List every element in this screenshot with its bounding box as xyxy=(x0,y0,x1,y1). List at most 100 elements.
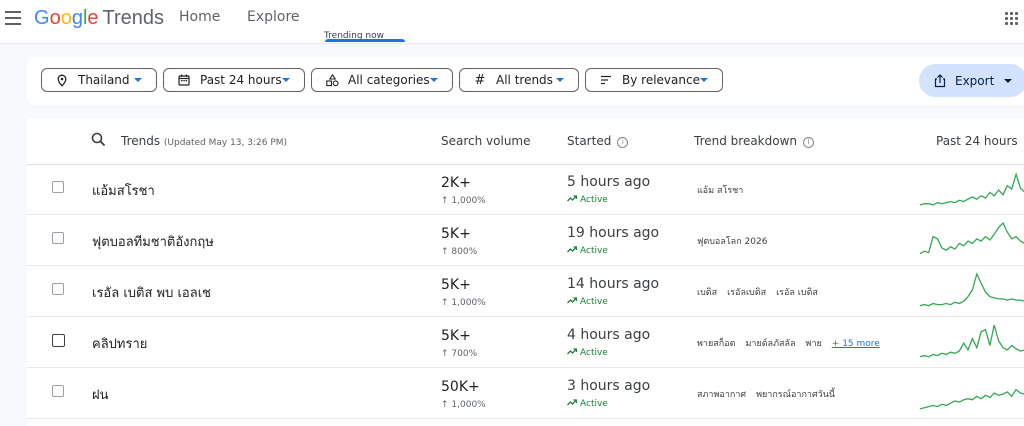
breakdown-query-chip[interactable]: สภาพอากาศ xyxy=(697,390,746,400)
sparkline-line xyxy=(920,388,1024,410)
nav-home[interactable]: Home xyxy=(179,9,220,25)
sparkline-line xyxy=(920,324,1024,358)
column-trends: Trends (Updated May 13, 3:26 PM) xyxy=(121,134,288,148)
status-badge: Active xyxy=(567,195,608,205)
volume-change: ↑ 700% xyxy=(441,349,478,359)
sort-filter[interactable]: By relevance xyxy=(585,68,723,92)
trending-up-icon xyxy=(567,246,578,256)
status-badge: Active xyxy=(567,246,608,256)
main-menu-icon[interactable] xyxy=(5,11,21,25)
trend-status-filter[interactable]: # All trends xyxy=(459,68,579,92)
started-time: 14 hours ago xyxy=(567,276,660,292)
time-range-filter[interactable]: Past 24 hours xyxy=(163,68,305,92)
active-tab-indicator xyxy=(325,39,405,42)
trending-up-icon xyxy=(567,195,578,205)
breakdown-query-chip[interactable]: ฟุตบอลโลก 2026 xyxy=(697,237,767,247)
trending-up-icon xyxy=(567,348,578,358)
column-trend-breakdown: Trend breakdown i xyxy=(694,134,815,148)
search-volume-value: 5K+ xyxy=(441,277,471,293)
volume-change: ↑ 1,000% xyxy=(441,400,486,410)
export-button[interactable]: Export xyxy=(919,64,1024,97)
trend-term[interactable]: คลิปทราย xyxy=(92,333,147,354)
search-volume-value: 5K+ xyxy=(441,226,471,242)
volume-change: ↑ 800% xyxy=(441,247,478,257)
started-time: 5 hours ago xyxy=(567,174,651,190)
table-row[interactable]: เรอัล เบติส พบ เอลเช 5K+ ↑ 1,000% 14 hours … xyxy=(27,266,1024,317)
started-time: 3 hours ago xyxy=(567,378,651,394)
trend-term[interactable]: ฝน xyxy=(92,384,109,405)
nav-explore[interactable]: Explore xyxy=(247,9,300,25)
table-row[interactable]: ฝน 50K+ ↑ 1,000% 3 hours ago Active สภาพอากาศ… xyxy=(27,368,1024,419)
sort-lines-icon xyxy=(598,72,614,88)
trend-term[interactable]: เรอัล เบติส พบ เอลเช xyxy=(92,282,211,303)
table-row[interactable]: แอ้มสโรชา 2K+ ↑ 1,000% 5 hours ago Active แอ้… xyxy=(27,164,1024,215)
trending-up-icon xyxy=(567,399,578,409)
google-trends-logo[interactable]: Google Trends xyxy=(34,7,164,29)
column-started[interactable]: Started i xyxy=(567,134,629,148)
search-icon[interactable] xyxy=(91,132,106,150)
table-row[interactable]: คลิปทราย 5K+ ↑ 700% 4 hours ago Active พายสก็… xyxy=(27,317,1024,368)
google-apps-icon[interactable] xyxy=(1004,11,1020,27)
trending-up-icon xyxy=(567,297,578,307)
info-icon[interactable]: i xyxy=(803,137,815,148)
started-time: 19 hours ago xyxy=(567,225,660,241)
sparkline-chart[interactable] xyxy=(920,321,1024,361)
category-shapes-icon xyxy=(324,72,340,88)
location-pin-icon xyxy=(54,72,70,88)
more-queries-link[interactable]: + 15 more xyxy=(832,339,880,349)
row-checkbox[interactable] xyxy=(52,334,65,347)
breakdown-query-chip[interactable]: แอ้ม สโรชา xyxy=(697,186,743,196)
row-checkbox[interactable] xyxy=(52,283,64,295)
sparkline-line xyxy=(920,221,1024,255)
info-icon[interactable]: i xyxy=(617,137,629,148)
breakdown-query-chip[interactable]: เรอัลเบติส xyxy=(727,288,766,298)
breakdown-query-chip[interactable]: พายสก็อต xyxy=(697,339,735,349)
sparkline-chart[interactable] xyxy=(920,270,1024,310)
status-badge: Active xyxy=(567,348,608,358)
trends-table: Trends (Updated May 13, 3:26 PM) Search … xyxy=(27,118,1024,426)
row-checkbox[interactable] xyxy=(52,181,64,193)
sparkline-line xyxy=(920,172,1024,206)
breakdown-query-chip[interactable]: เบติส xyxy=(697,288,717,298)
sparkline-line xyxy=(920,272,1024,307)
trend-term[interactable]: ฟุตบอลทีมชาติอังกฤษ xyxy=(92,231,214,252)
hashtag-icon: # xyxy=(474,72,486,88)
updated-timestamp: (Updated May 13, 3:26 PM) xyxy=(163,138,288,148)
location-filter[interactable]: Thailand xyxy=(41,68,157,92)
table-row[interactable]: ฟุตบอลทีมชาติอังกฤษ 5K+ ↑ 800% 19 hours ago… xyxy=(27,215,1024,266)
breakdown-query-chip[interactable]: พาย xyxy=(806,339,822,349)
sparkline-chart[interactable] xyxy=(920,168,1024,208)
search-volume-value: 50K+ xyxy=(441,379,480,395)
share-upload-icon xyxy=(933,73,947,88)
top-app-bar: Google Trends Home Explore Trending now xyxy=(0,0,1024,44)
category-filter[interactable]: All categories xyxy=(311,68,453,92)
dropdown-caret-icon xyxy=(134,78,142,82)
row-checkbox[interactable] xyxy=(52,385,64,397)
volume-change: ↑ 1,000% xyxy=(441,196,486,206)
trend-breakdown: สภาพอากาศ พยากรณ์อากาศวันนี้ xyxy=(697,387,845,401)
column-past-24-hours: Past 24 hours xyxy=(936,134,1018,148)
dropdown-caret-icon xyxy=(430,78,438,82)
trend-breakdown: เบติส เรอัลเบติส เรอัล เบติส xyxy=(697,285,828,299)
dropdown-caret-icon xyxy=(556,78,564,82)
trend-breakdown: พายสก็อต มายด์ลภัสลัล พาย + 15 more xyxy=(697,336,890,350)
breakdown-query-chip[interactable]: พยากรณ์อากาศวันนี้ xyxy=(756,390,835,400)
breakdown-query-chip[interactable]: มายด์ลภัสลัล xyxy=(745,339,795,349)
started-time: 4 hours ago xyxy=(567,327,651,343)
sparkline-chart[interactable] xyxy=(920,372,1024,412)
sparkline-chart[interactable] xyxy=(920,219,1024,259)
trend-breakdown: ฟุตบอลโลก 2026 xyxy=(697,234,777,248)
column-search-volume[interactable]: Search volume xyxy=(441,134,531,148)
trend-breakdown: แอ้ม สโรชา xyxy=(697,183,753,197)
filter-bar: Thailand Past 24 hours All categories # … xyxy=(27,57,1024,105)
table-header: Trends (Updated May 13, 3:26 PM) Search … xyxy=(27,118,1024,165)
search-volume-value: 5K+ xyxy=(441,328,471,344)
dropdown-caret-icon xyxy=(282,78,290,82)
trend-term[interactable]: แอ้มสโรชา xyxy=(92,180,155,201)
breakdown-query-chip[interactable]: เรอัล เบติส xyxy=(776,288,818,298)
dropdown-caret-icon xyxy=(1004,78,1013,83)
search-volume-value: 2K+ xyxy=(441,175,471,191)
volume-change: ↑ 1,000% xyxy=(441,298,486,308)
row-checkbox[interactable] xyxy=(52,232,64,244)
status-badge: Active xyxy=(567,399,608,409)
